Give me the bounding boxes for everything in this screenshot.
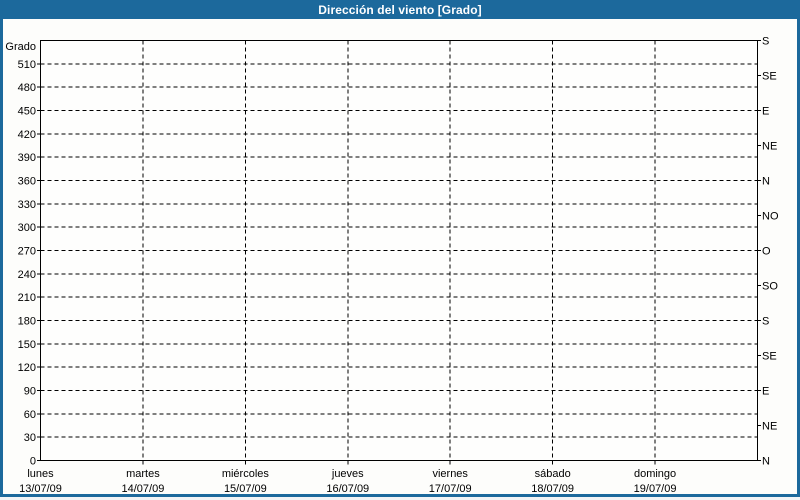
y-axis-tick-label: 0 bbox=[30, 456, 36, 468]
y-axis-tick-label: 120 bbox=[18, 362, 36, 374]
y-axis-tick-label: 60 bbox=[24, 409, 36, 421]
compass-tick-label: E bbox=[762, 106, 769, 118]
date-label: 14/07/09 bbox=[122, 483, 165, 495]
y-axis-tick-label: 270 bbox=[18, 246, 36, 258]
y-axis-tick-label: 180 bbox=[18, 316, 36, 328]
y-axis-tick-label: 360 bbox=[18, 176, 36, 188]
date-label: 15/07/09 bbox=[224, 483, 267, 495]
wind-direction-chart: Grado 0 30 60 90 120 150 180 210 240 270 300 330 360 3… bbox=[5, 36, 779, 496]
y-axis-tick-label: 30 bbox=[24, 432, 36, 444]
day-label: viernes bbox=[432, 468, 468, 480]
date-label: 17/07/09 bbox=[429, 483, 472, 495]
compass-tick-label: NO bbox=[762, 211, 779, 223]
date-label: 18/07/09 bbox=[531, 483, 574, 495]
y-axis-tick-label: 210 bbox=[18, 292, 36, 304]
y-axis-tick-label: 90 bbox=[24, 386, 36, 398]
day-label: jueves bbox=[331, 468, 364, 480]
y-axis-tick-label: 330 bbox=[18, 199, 36, 211]
compass-tick-label: NE bbox=[762, 421, 777, 433]
compass-tick-label: O bbox=[762, 246, 771, 258]
date-label: 13/07/09 bbox=[19, 483, 62, 495]
compass-tick-label: NE bbox=[762, 141, 777, 153]
day-label: sábado bbox=[535, 468, 571, 480]
y-axis-tick-label: 390 bbox=[18, 152, 36, 164]
compass-tick-label: N bbox=[762, 456, 770, 468]
day-label: domingo bbox=[634, 468, 676, 480]
date-label: 19/07/09 bbox=[634, 483, 677, 495]
compass-tick-label: S bbox=[762, 36, 769, 48]
date-label: 16/07/09 bbox=[326, 483, 369, 495]
day-label: lunes bbox=[27, 468, 54, 480]
day-label: martes bbox=[126, 468, 160, 480]
compass-tick-label: E bbox=[762, 386, 769, 398]
y-axis-tick-label: 150 bbox=[18, 339, 36, 351]
chart-window: Dirección del viento [Grado] Grado 0 30 60 9… bbox=[0, 0, 800, 500]
y-axis-tick-label: 420 bbox=[18, 129, 36, 141]
y-axis-tick-label: 240 bbox=[18, 269, 36, 281]
y-axis-tick-label: 450 bbox=[18, 106, 36, 118]
y-axis-tick-label: 510 bbox=[18, 59, 36, 71]
y-axis-title: Grado bbox=[5, 41, 36, 53]
y-axis-tick-label: 300 bbox=[18, 222, 36, 234]
compass-tick-label: SE bbox=[762, 351, 777, 363]
compass-tick-label: SO bbox=[762, 281, 778, 293]
compass-tick-label: SE bbox=[762, 71, 777, 83]
compass-tick-label: N bbox=[762, 176, 770, 188]
y-axis-tick-label: 480 bbox=[18, 82, 36, 94]
compass-tick-label: S bbox=[762, 316, 769, 328]
day-label: miércoles bbox=[222, 468, 270, 480]
